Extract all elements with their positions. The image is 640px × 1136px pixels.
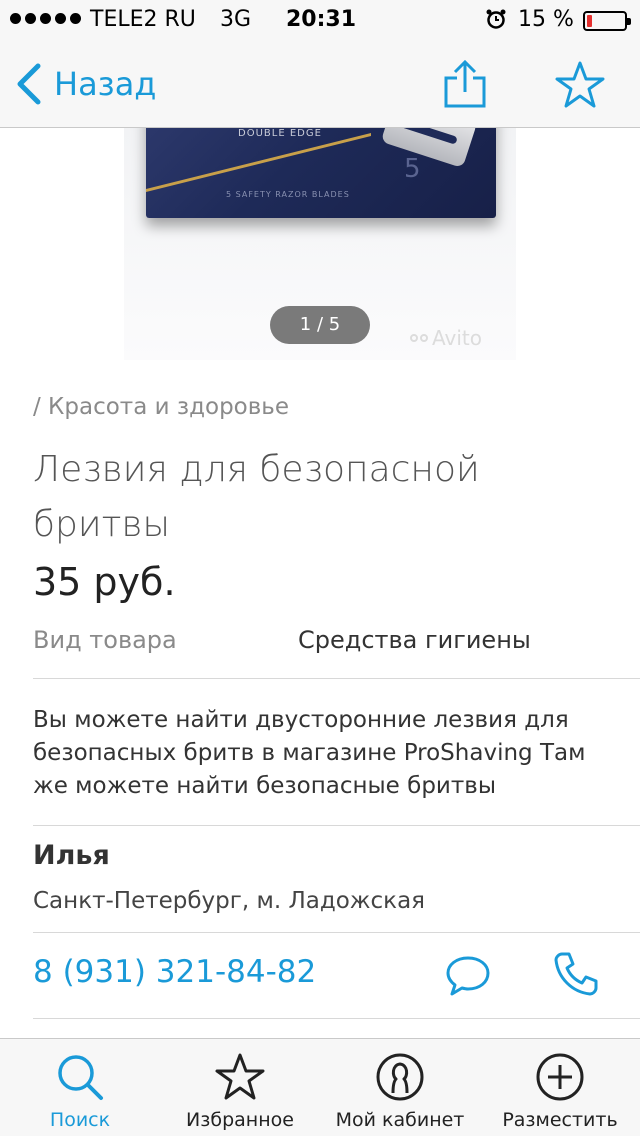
avito-logo-icon	[410, 334, 428, 342]
razor-blade-box: DOUBLE EDGE 5 SAFETY RAZOR BLADES 5	[146, 128, 496, 218]
listing-description: Вы можете найти двусторонние лезвия для …	[33, 707, 586, 799]
network-type: 3G	[220, 7, 252, 32]
listing-price: 35 руб.	[33, 560, 176, 604]
status-bar: TELE2 RU 3G 20:31 15 %	[0, 0, 640, 40]
phone-link[interactable]: 8 (931) 321-84-82	[33, 954, 316, 990]
box-count: 5	[404, 154, 421, 184]
box-small-text: 5 SAFETY RAZOR BLADES	[226, 190, 350, 199]
seller-location: Санкт-Петербург, м. Ладожская	[33, 888, 425, 914]
avito-watermark: Avito	[410, 326, 482, 350]
tab-post-label: Разместить	[502, 1109, 618, 1131]
navigation-bar: Назад	[0, 40, 640, 128]
tab-favorites-label: Избранное	[186, 1109, 294, 1131]
carrier-name: TELE2 RU	[90, 7, 196, 32]
alarm-icon	[486, 9, 506, 29]
back-button[interactable]: Назад	[14, 62, 156, 106]
star-icon	[215, 1053, 265, 1100]
tab-bar: Поиск Избранное Мой кабинет Разместить	[0, 1038, 640, 1136]
divider	[33, 678, 640, 679]
phone-icon[interactable]	[552, 950, 600, 998]
divider	[33, 825, 640, 826]
search-icon	[58, 1055, 103, 1100]
message-icon[interactable]	[444, 954, 492, 998]
battery-percent: 15 %	[518, 7, 574, 32]
divider	[33, 932, 640, 933]
tab-search-label: Поиск	[49, 1109, 111, 1131]
star-icon[interactable]	[554, 60, 606, 110]
param-value: Средства гигиены	[298, 626, 531, 654]
box-label: DOUBLE EDGE	[238, 128, 322, 139]
breadcrumb[interactable]: / Красота и здоровье	[33, 394, 289, 420]
share-icon[interactable]	[440, 58, 490, 110]
battery-icon	[583, 11, 631, 31]
tab-favorites[interactable]: Избранное	[160, 1051, 320, 1131]
back-label: Назад	[54, 65, 157, 103]
divider	[33, 1018, 640, 1019]
razor-blade-icon	[380, 128, 478, 169]
photo-pager: 1 / 5	[270, 306, 370, 344]
tab-search[interactable]: Поиск	[0, 1051, 160, 1131]
battery-level	[587, 15, 592, 27]
tab-profile[interactable]: Мой кабинет	[320, 1051, 480, 1131]
listing-title: Лезвия для безопасной бритвы	[33, 449, 480, 545]
profile-icon	[376, 1053, 424, 1101]
seller-name: Илья	[33, 840, 110, 871]
tab-profile-label: Мой кабинет	[335, 1109, 465, 1131]
chevron-left-icon	[17, 63, 41, 105]
watermark-text: Avito	[432, 326, 482, 350]
status-time: 20:31	[286, 7, 357, 32]
plus-icon	[536, 1053, 584, 1101]
signal-strength-icon	[10, 13, 81, 24]
tab-post[interactable]: Разместить	[480, 1051, 640, 1131]
param-label: Вид товара	[33, 626, 177, 654]
